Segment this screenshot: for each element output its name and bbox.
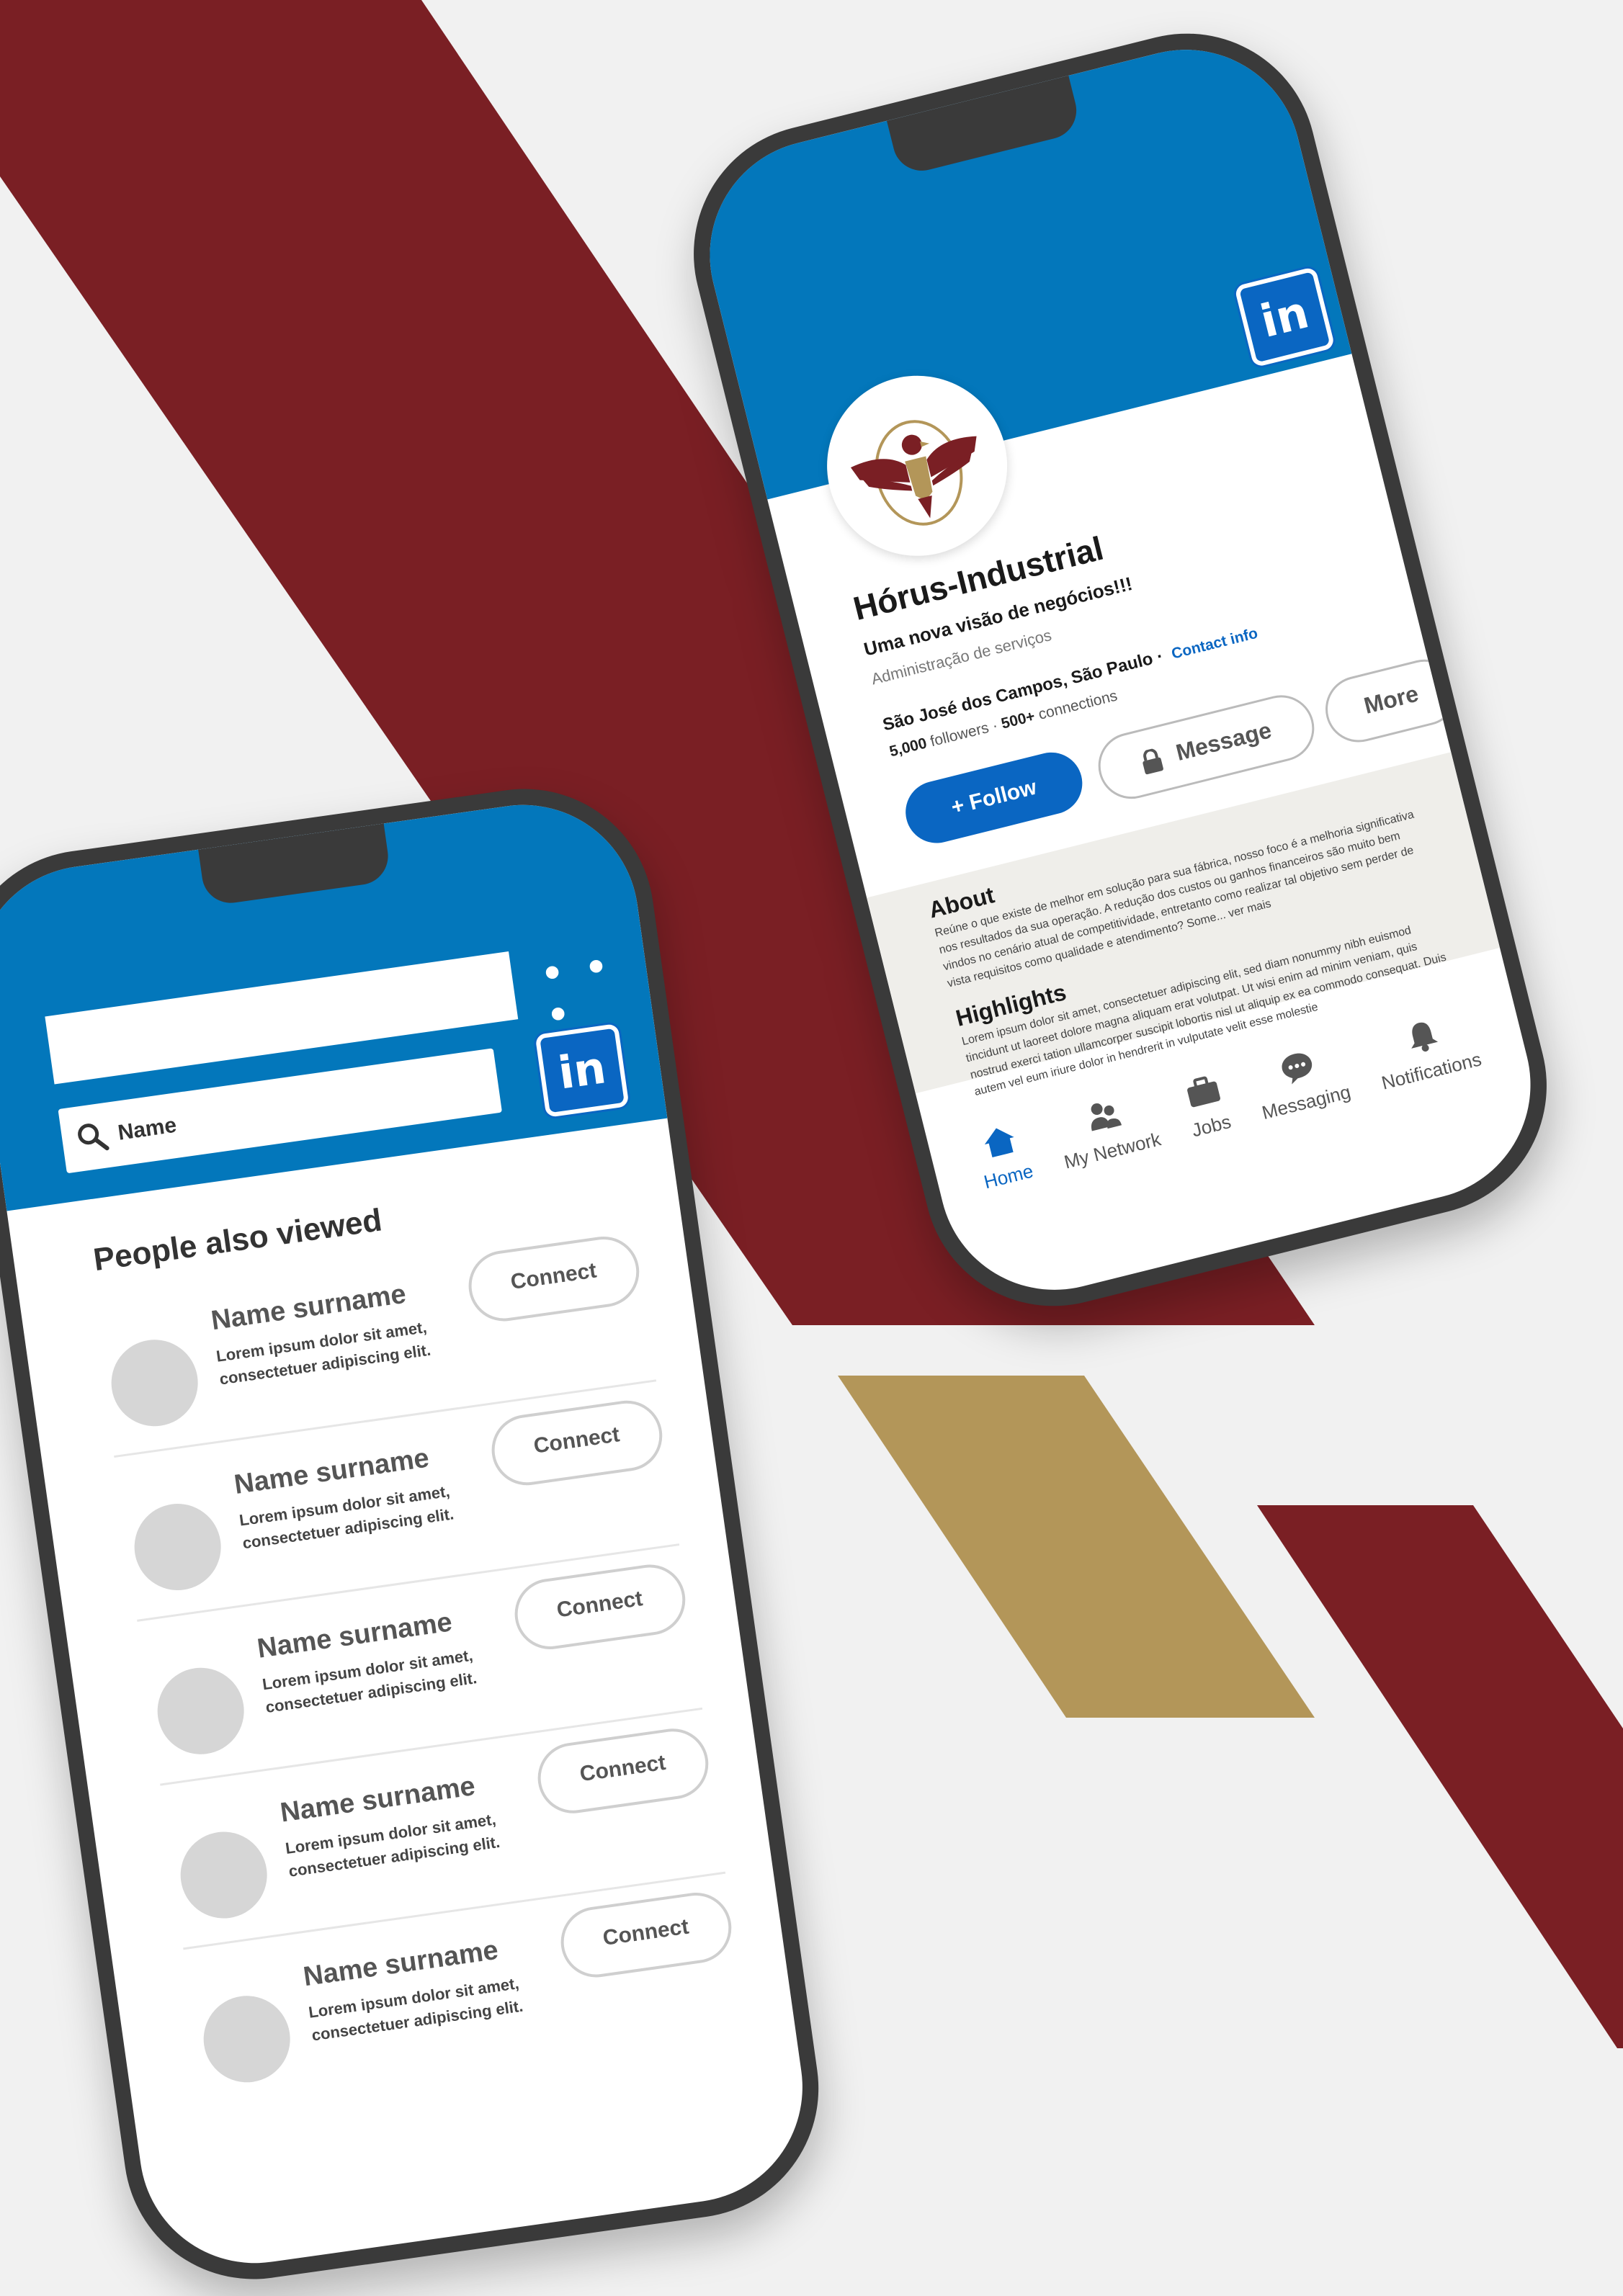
nav-my-network-label: My Network (1062, 1128, 1163, 1173)
message-label: Message (1173, 717, 1274, 766)
nav-notifications-label: Notifications (1379, 1048, 1484, 1094)
eagle-logo-icon (850, 420, 977, 526)
home-icon (985, 1128, 1014, 1157)
people-also-viewed-title: People also viewed (91, 1202, 385, 1278)
avatar (174, 1826, 273, 1924)
message-icon (1282, 1053, 1313, 1085)
connect-button[interactable]: Connect (556, 1888, 736, 1982)
more-button[interactable]: More (1318, 653, 1465, 750)
bell-icon (1411, 1022, 1439, 1052)
connect-button[interactable]: Connect (510, 1560, 690, 1654)
follow-button[interactable]: + Follow (899, 745, 1089, 850)
nav-notifications[interactable]: Notifications (1369, 1008, 1484, 1095)
followers-count: 5,000 (887, 735, 929, 761)
more-options-icon[interactable]: • • • (538, 940, 654, 1038)
avatar (197, 1990, 296, 2089)
connections-count: 500+ (999, 707, 1037, 732)
avatar (105, 1334, 204, 1432)
nav-messaging-label: Messaging (1259, 1080, 1353, 1124)
contact-info-link[interactable]: Contact info (1170, 625, 1259, 663)
nav-jobs[interactable]: Jobs (1179, 1070, 1233, 1142)
connect-button[interactable]: Connect (533, 1723, 713, 1819)
maroon-lower-band (1257, 1505, 1623, 2048)
linkedin-logo-icon: in (535, 1023, 630, 1118)
nav-home[interactable]: Home (972, 1119, 1036, 1193)
connect-button[interactable]: Connect (487, 1396, 667, 1490)
avatar (151, 1662, 250, 1760)
lock-icon (1143, 748, 1163, 774)
message-button[interactable]: Message (1091, 688, 1322, 806)
search-icon (78, 1124, 109, 1151)
nav-my-network[interactable]: My Network (1052, 1088, 1163, 1174)
network-icon (1091, 1103, 1122, 1131)
nav-home-label: Home (981, 1160, 1036, 1193)
nav-jobs-label: Jobs (1189, 1110, 1233, 1142)
gold-parallelogram (838, 1376, 1315, 1718)
avatar (128, 1498, 227, 1596)
nav-messaging[interactable]: Messaging (1250, 1040, 1354, 1124)
search-placeholder: Name (116, 1113, 179, 1145)
connect-button[interactable]: Connect (464, 1232, 644, 1326)
briefcase-icon (1186, 1076, 1220, 1108)
